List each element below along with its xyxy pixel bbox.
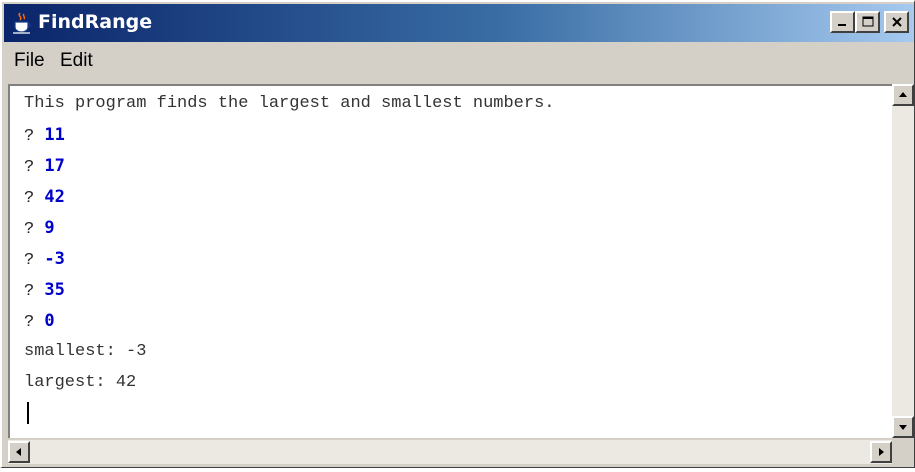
title-bar[interactable]: FindRange xyxy=(4,4,914,42)
scroll-right-button[interactable] xyxy=(870,441,892,463)
menu-file[interactable]: File xyxy=(14,50,45,72)
input-value: 0 xyxy=(44,311,55,331)
prompt-symbol: ? xyxy=(24,127,35,146)
input-line: ? -3 xyxy=(24,249,65,279)
close-icon xyxy=(891,17,902,27)
input-value: 42 xyxy=(44,187,65,207)
input-value: 35 xyxy=(44,280,65,300)
input-line: ? 17 xyxy=(24,156,65,186)
app-window: FindRange File Edit This program finds t… xyxy=(0,0,915,468)
input-line: ? 42 xyxy=(24,187,65,217)
prompt-symbol: ? xyxy=(24,158,35,177)
input-line: ? 11 xyxy=(24,125,65,155)
prompt-symbol: ? xyxy=(24,282,35,301)
java-cup-icon xyxy=(13,12,31,34)
scroll-up-button[interactable] xyxy=(892,84,914,106)
scrollbar-corner xyxy=(892,440,914,464)
input-value: 11 xyxy=(44,125,65,145)
text-caret xyxy=(27,402,29,424)
console-text-area[interactable]: This program finds the largest and small… xyxy=(8,84,892,438)
minimize-button[interactable] xyxy=(830,11,855,33)
prompt-symbol: ? xyxy=(24,220,35,239)
input-value: 9 xyxy=(44,218,55,238)
close-button[interactable] xyxy=(884,11,909,33)
menu-edit[interactable]: Edit xyxy=(60,50,93,72)
input-line: ? 0 xyxy=(24,311,55,341)
prompt-symbol: ? xyxy=(24,313,35,332)
window-title: FindRange xyxy=(38,11,153,33)
scroll-down-button[interactable] xyxy=(892,416,914,438)
input-line: ? 35 xyxy=(24,280,65,310)
maximize-button[interactable] xyxy=(855,11,880,33)
menu-bar: File Edit xyxy=(4,42,914,80)
prompt-symbol: ? xyxy=(24,189,35,208)
maximize-icon xyxy=(862,16,873,27)
intro-line: This program finds the largest and small… xyxy=(24,94,555,113)
vertical-scrollbar[interactable] xyxy=(892,84,914,438)
arrow-up-icon xyxy=(899,92,907,97)
prompt-symbol: ? xyxy=(24,251,35,270)
horizontal-scrollbar[interactable] xyxy=(8,440,892,464)
arrow-down-icon xyxy=(899,425,907,430)
largest-result: largest: 42 xyxy=(24,373,137,392)
scroll-left-button[interactable] xyxy=(8,441,30,463)
input-line: ? 9 xyxy=(24,218,55,248)
minimize-icon xyxy=(837,24,846,26)
input-value: 17 xyxy=(44,156,65,176)
arrow-right-icon xyxy=(879,448,884,456)
smallest-result: smallest: -3 xyxy=(24,342,147,361)
arrow-left-icon xyxy=(16,448,21,456)
input-value: -3 xyxy=(44,249,65,269)
